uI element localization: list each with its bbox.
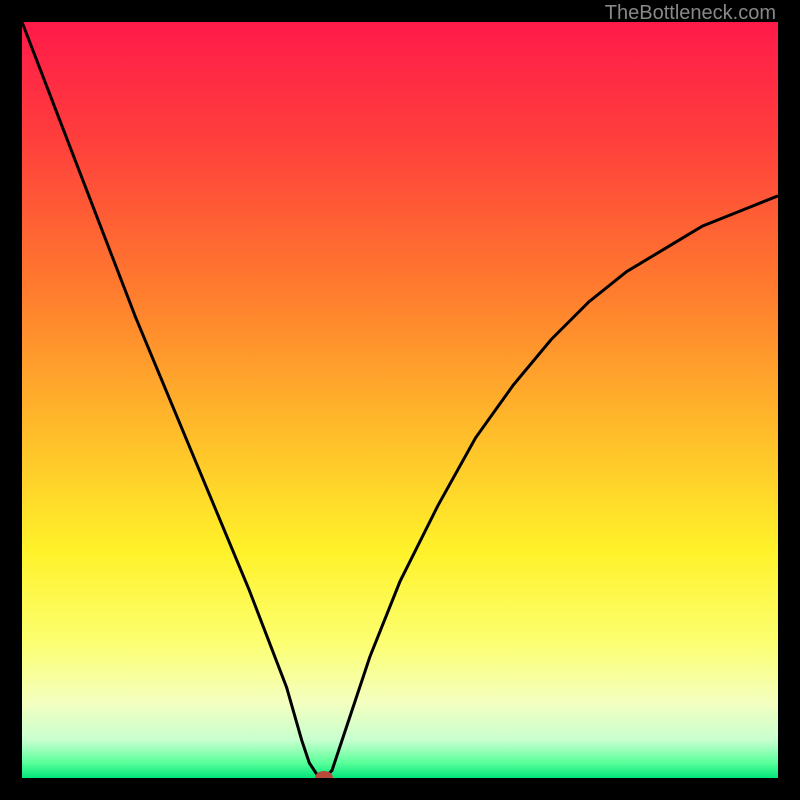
- plot-area: [22, 22, 778, 778]
- chart-container: TheBottleneck.com: [0, 0, 800, 800]
- optimal-point-dot: [315, 771, 333, 778]
- bottleneck-curve: [22, 22, 778, 778]
